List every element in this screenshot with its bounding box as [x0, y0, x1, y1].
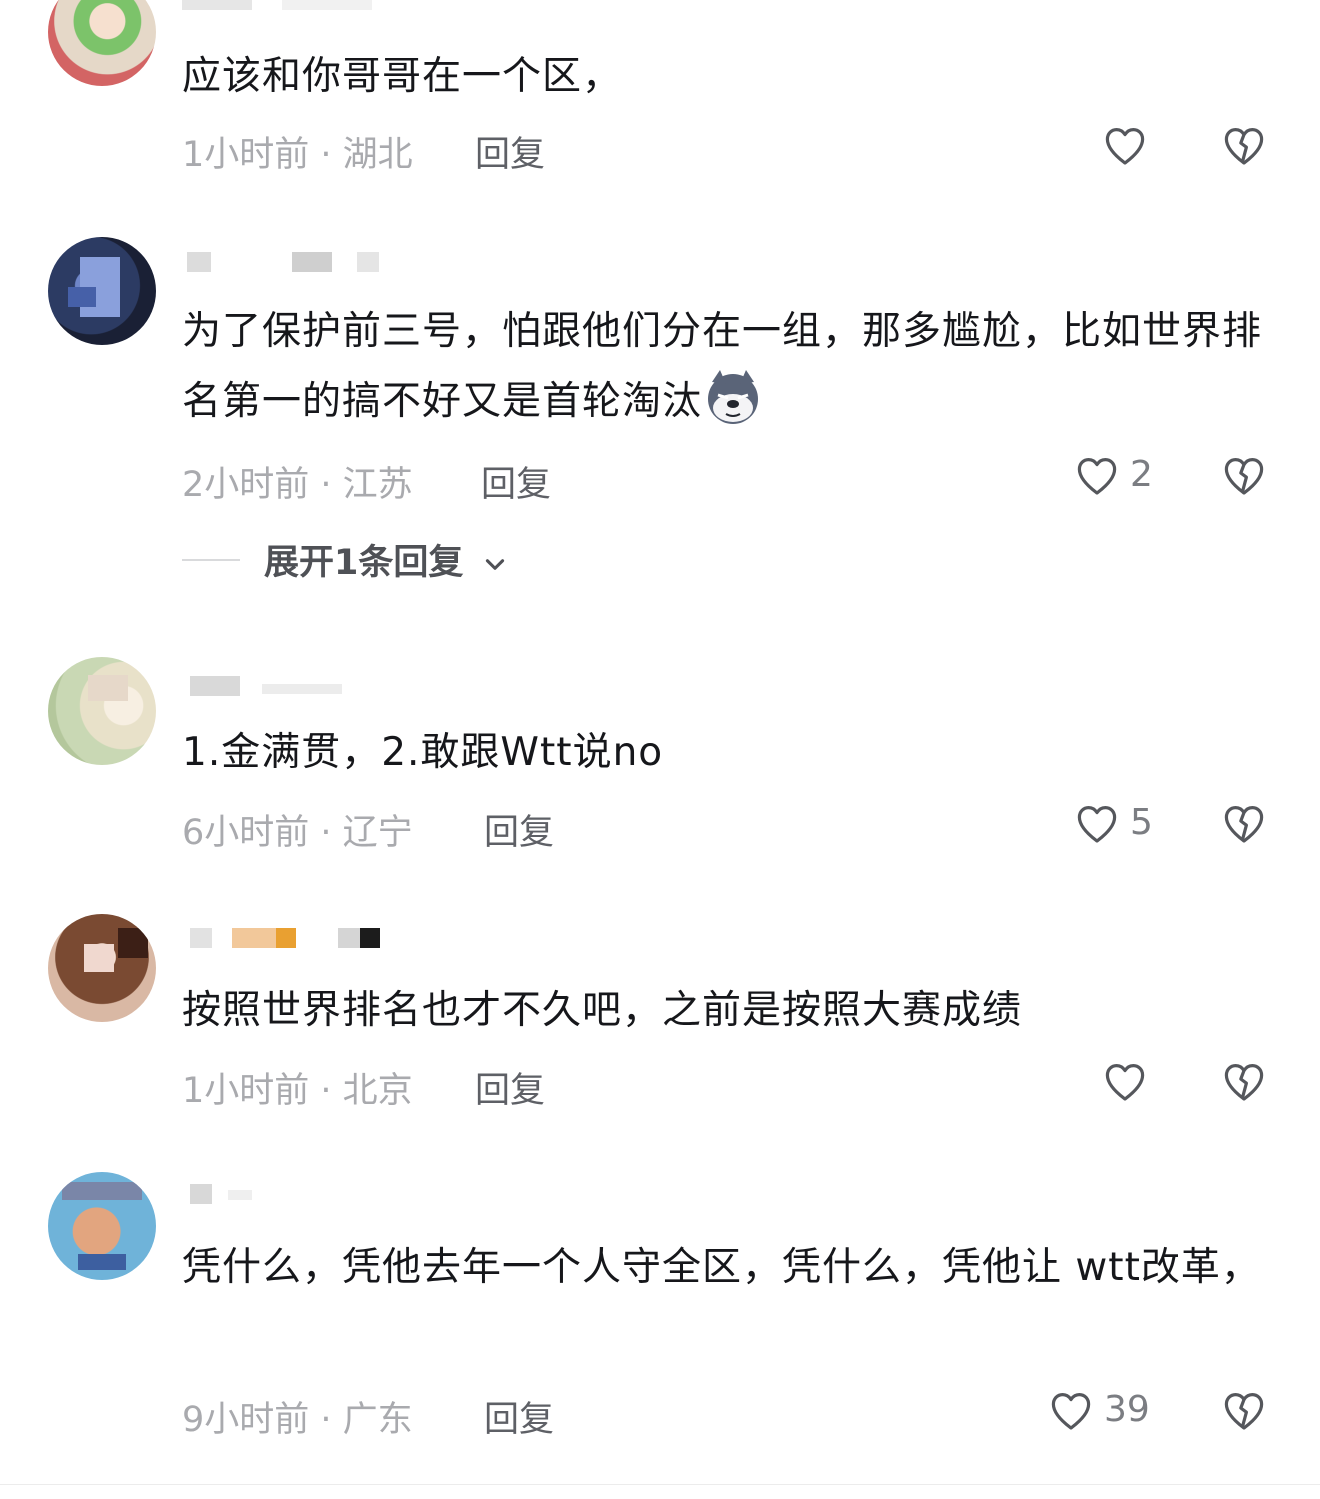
dislike-button[interactable]	[1220, 1058, 1268, 1106]
heart-outline-icon	[1105, 128, 1145, 165]
reply-button[interactable]: 回复	[475, 126, 545, 177]
expand-divider-line	[182, 559, 240, 561]
dislike-button[interactable]	[1220, 122, 1268, 170]
comment-meta: 2小时前 · 江苏	[182, 456, 413, 507]
avatar[interactable]	[48, 914, 156, 1022]
reply-button[interactable]: 回复	[484, 804, 554, 855]
comment-text: 按照世界排名也才不久吧，之前是按照大赛成绩	[182, 988, 1023, 1033]
comment-time: 2小时前	[182, 465, 310, 505]
comment-text: 1.金满贯，2.敢跟Wtt说no	[182, 730, 664, 775]
comment-location: 辽宁	[342, 813, 413, 853]
reply-button[interactable]: 回复	[481, 456, 551, 507]
comment-text: 应该和你哥哥在一个区，	[182, 54, 623, 99]
comment-meta: 1小时前 · 北京	[182, 1062, 413, 1113]
avatar[interactable]	[48, 0, 156, 86]
reply-button[interactable]: 回复	[475, 1062, 545, 1113]
meta-separator: ·	[309, 813, 343, 853]
comment-meta: 1小时前 · 湖北	[182, 126, 413, 177]
heart-outline-icon	[1105, 1064, 1145, 1101]
heart-outline-icon	[1051, 1393, 1091, 1430]
dislike-button[interactable]	[1220, 800, 1268, 848]
like-button[interactable]: 2	[1072, 452, 1162, 502]
avatar[interactable]	[48, 237, 156, 345]
like-count: 2	[1130, 454, 1153, 495]
reply-button[interactable]: 回复	[484, 1391, 554, 1442]
heart-outline-icon	[1077, 806, 1117, 843]
dislike-button[interactable]	[1220, 452, 1268, 500]
comment-time: 9小时前	[182, 1400, 310, 1440]
comment-location: 北京	[342, 1071, 413, 1111]
comment-location: 广东	[342, 1400, 413, 1440]
expand-replies-label[interactable]: 展开1条回复	[264, 534, 508, 585]
expand-replies-text: 展开1条回复	[264, 543, 464, 583]
like-button[interactable]: 39	[1046, 1387, 1166, 1437]
chevron-down-icon	[485, 559, 504, 570]
comment-time: 6小时前	[182, 813, 310, 853]
wolf-face-emoji	[708, 370, 759, 424]
comment-meta: 9小时前 · 广东	[182, 1391, 413, 1442]
like-count: 39	[1104, 1389, 1150, 1430]
comment-time: 1小时前	[182, 135, 310, 175]
like-button[interactable]	[1100, 122, 1150, 172]
like-count: 5	[1130, 802, 1153, 843]
meta-separator: ·	[309, 1071, 343, 1111]
dislike-button[interactable]	[1220, 1387, 1268, 1435]
comment-text: 为了保护前三号，怕跟他们分在一组，那多尴尬，比如世界排名第一的搞不好又是首轮淘汰	[182, 297, 1262, 437]
broken-heart-icon	[1224, 128, 1264, 165]
comment-meta: 6小时前 · 辽宁	[182, 804, 413, 855]
bottom-divider	[0, 1484, 1320, 1485]
meta-separator: ·	[309, 1400, 343, 1440]
comment-text: 凭什么，凭他去年一个人守全区，凭什么，凭他让 wtt改革，	[182, 1245, 1261, 1290]
meta-separator: ·	[309, 135, 343, 175]
meta-separator: ·	[309, 465, 343, 505]
heart-outline-icon	[1077, 458, 1117, 495]
avatar[interactable]	[48, 1172, 156, 1280]
comment-location: 江苏	[342, 465, 413, 505]
broken-heart-icon	[1224, 806, 1264, 843]
avatar[interactable]	[48, 657, 156, 765]
like-button[interactable]: 5	[1072, 800, 1162, 850]
comment-time: 1小时前	[182, 1071, 310, 1111]
broken-heart-icon	[1224, 1393, 1264, 1430]
like-button[interactable]	[1100, 1058, 1150, 1108]
broken-heart-icon	[1224, 1064, 1264, 1101]
comment-location: 湖北	[342, 135, 413, 175]
broken-heart-icon	[1224, 458, 1264, 495]
